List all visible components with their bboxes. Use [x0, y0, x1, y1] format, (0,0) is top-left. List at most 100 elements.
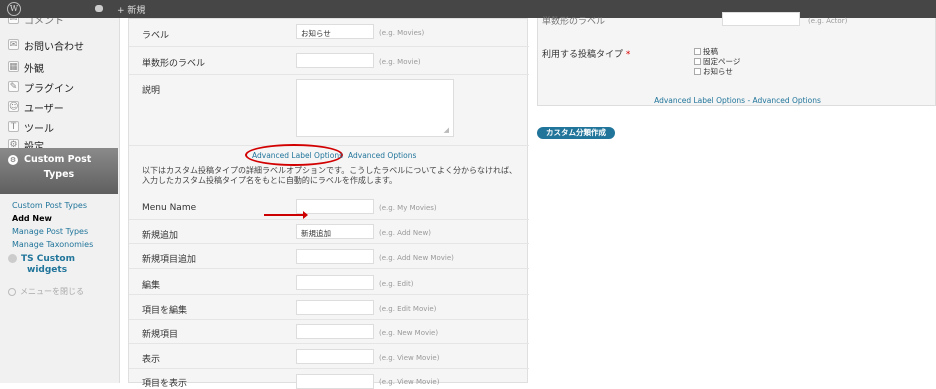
plugin-icon: ✎: [8, 81, 19, 92]
post-type-checkbox-news[interactable]: お知らせ: [694, 66, 733, 77]
checkbox-icon[interactable]: [694, 58, 701, 65]
divider: [129, 145, 529, 146]
menu-name-label: Menu Name: [142, 203, 197, 213]
edit-input[interactable]: [296, 275, 374, 290]
add-new-input[interactable]: 新規追加: [296, 224, 374, 239]
label-input[interactable]: お知らせ: [296, 24, 374, 39]
divider: [129, 343, 529, 344]
mail-icon: ✉: [8, 39, 19, 50]
sidebar-item-tools[interactable]: T ツール: [0, 118, 120, 136]
view-item-hint: (e.g. View Movie): [379, 378, 440, 386]
required-mark: *: [625, 50, 631, 60]
submenu-manage-post-types[interactable]: Manage Post Types: [12, 227, 88, 236]
advanced-labels-description: 以下はカスタム投稿タイプの詳細ラベルオプションです。こうしたラベルについてよく分…: [142, 166, 517, 185]
checkbox-icon[interactable]: [694, 48, 701, 55]
sidebar-item-contact[interactable]: ✉ お問い合わせ: [0, 36, 120, 54]
comment-icon: ✉: [8, 18, 19, 24]
description-textarea[interactable]: ◢: [296, 79, 454, 137]
advanced-label-options-link[interactable]: Advanced Label Options: [252, 151, 343, 160]
singular-label-hint: (e.g. Movie): [379, 58, 421, 66]
sidebar-item-custom-post-types[interactable]: ⚙ Custom Post Types: [0, 148, 118, 194]
new-item-hint: (e.g. New Movie): [379, 329, 439, 337]
view-input[interactable]: [296, 349, 374, 364]
admin-sidebar: ✉ コメント ✉ お問い合わせ ▦ 外観 ✎ プラグイン ☺ ユーザー T ツー…: [0, 18, 120, 383]
checkbox-icon[interactable]: [694, 68, 701, 75]
edit-hint: (e.g. Edit): [379, 280, 414, 288]
advanced-links: Advanced Label Options Advanced Options: [252, 151, 416, 160]
sidebar-item-label: ユーザー: [24, 104, 64, 115]
sidebar-item-label: 外観: [24, 64, 44, 75]
submenu-add-new[interactable]: Add New: [12, 214, 52, 223]
submenu-manage-taxonomies[interactable]: Manage Taxonomies: [12, 240, 93, 249]
divider: [129, 243, 529, 244]
edit-label: 編集: [142, 281, 161, 291]
divider: [129, 46, 529, 47]
create-taxonomy-button[interactable]: カスタム分類作成: [537, 127, 615, 139]
taxonomy-singular-label: 単数形のラベル: [542, 17, 606, 27]
red-arrow-annotation: [264, 211, 308, 219]
sidebar-item-plugins[interactable]: ✎ プラグイン: [0, 78, 120, 96]
label-field-label: ラベル: [142, 31, 170, 41]
add-new-label: 新規追加: [142, 231, 179, 241]
advanced-options-link[interactable]: Advanced Options: [348, 151, 416, 160]
gear-icon: ⚙: [8, 155, 18, 165]
widget-icon: [8, 254, 17, 263]
description-field-label: 説明: [142, 86, 161, 96]
add-new-item-hint: (e.g. Add New Movie): [379, 254, 454, 262]
resize-handle-icon[interactable]: ◢: [444, 126, 449, 134]
collapse-label: メニューを閉じる: [20, 287, 84, 296]
divider: [129, 368, 529, 369]
checkbox-label: お知らせ: [703, 67, 733, 76]
edit-item-input[interactable]: [296, 300, 374, 315]
menu-name-hint: (e.g. My Movies): [379, 204, 437, 212]
singular-label-field-label: 単数形のラベル: [142, 59, 206, 69]
taxonomy-singular-hint: (e.g. Actor): [808, 17, 848, 25]
comment-bubble-icon[interactable]: [95, 5, 103, 12]
new-item-label: 新規項目: [142, 330, 179, 340]
divider: [129, 74, 529, 75]
collapse-icon: [8, 287, 16, 296]
divider: [129, 294, 529, 295]
edit-item-label: 項目を編集: [142, 306, 188, 316]
view-label: 表示: [142, 355, 161, 365]
taxonomy-panel: 単数形のラベル (e.g. Actor) 利用する投稿タイプ * 投稿 固定ペー…: [537, 12, 936, 106]
sidebar-item-label: Types: [43, 169, 75, 180]
wordpress-logo-icon[interactable]: W: [7, 2, 21, 16]
checkbox-label: 投稿: [703, 47, 718, 56]
add-new-item-input[interactable]: [296, 249, 374, 264]
singular-label-input[interactable]: [296, 53, 374, 68]
new-content-link[interactable]: + 新規: [117, 3, 145, 16]
divider: [129, 319, 529, 320]
divider: [129, 268, 529, 269]
view-hint: (e.g. View Movie): [379, 354, 440, 362]
post-type-label-text: 利用する投稿タイプ: [542, 50, 624, 60]
sidebar-item-appearance[interactable]: ▦ 外観: [0, 58, 120, 76]
submenu-custom-post-types[interactable]: Custom Post Types: [12, 201, 87, 210]
divider: [129, 219, 529, 220]
users-icon: ☺: [8, 101, 19, 112]
main-content: ラベル お知らせ (e.g. Movies) 単数形のラベル (e.g. Mov…: [120, 12, 936, 389]
new-content-label: 新規: [127, 6, 146, 16]
view-item-input[interactable]: [296, 374, 374, 389]
sidebar-item-users[interactable]: ☺ ユーザー: [0, 98, 120, 116]
taxonomy-singular-input[interactable]: [722, 12, 800, 26]
post-type-form: ラベル お知らせ (e.g. Movies) 単数形のラベル (e.g. Mov…: [128, 18, 529, 389]
sidebar-item-label: widgets: [27, 265, 68, 275]
tools-icon: T: [8, 121, 19, 132]
sidebar-item-label: Custom Post: [24, 154, 92, 165]
sidebar-item-ts-custom-widgets[interactable]: TS Custom widgets: [8, 254, 75, 275]
collapse-menu[interactable]: メニューを閉じる: [8, 286, 84, 297]
sidebar-item-label: TS Custom: [21, 254, 75, 264]
sidebar-item-comments[interactable]: ✉ コメント: [0, 18, 120, 28]
post-type-field-label: 利用する投稿タイプ *: [542, 47, 630, 60]
taxonomy-advanced-links[interactable]: Advanced Label Options - Advanced Option…: [538, 96, 936, 105]
appearance-icon: ▦: [8, 61, 19, 72]
checkbox-label: 固定ページ: [703, 57, 741, 66]
add-new-item-label: 新規項目追加: [142, 255, 197, 265]
sidebar-item-label: ツール: [24, 124, 54, 135]
label-hint: (e.g. Movies): [379, 29, 425, 37]
sidebar-item-label: コメント: [24, 18, 64, 27]
new-item-input[interactable]: [296, 324, 374, 339]
edit-item-hint: (e.g. Edit Movie): [379, 305, 437, 313]
sidebar-item-label: プラグイン: [24, 84, 74, 95]
